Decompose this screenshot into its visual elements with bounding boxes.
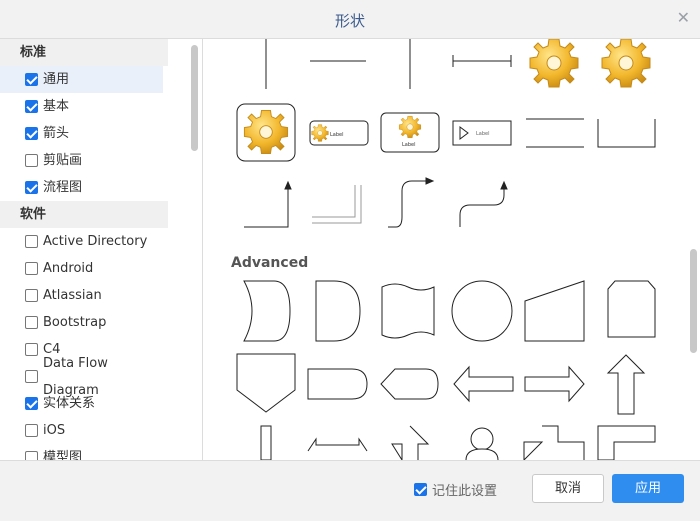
category-label: 通用 (43, 72, 70, 87)
checkbox[interactable] (25, 127, 38, 140)
remember-checkbox[interactable] (414, 483, 427, 496)
shape-open-box (597, 119, 656, 148)
shape-double-horizontal-lines (526, 118, 584, 148)
category-label: Android (43, 261, 94, 276)
shape-actor (465, 427, 499, 460)
shape-manual-input (524, 280, 585, 342)
checkbox[interactable] (25, 262, 38, 275)
category-item-active-directory[interactable]: Active Directory (0, 228, 163, 255)
category-label: Atlassian (43, 288, 102, 303)
gallery-scrollbar[interactable] (690, 249, 697, 353)
mini-label: Label (330, 132, 344, 138)
shape-circle (451, 280, 513, 342)
checkbox[interactable] (25, 424, 38, 437)
close-icon[interactable]: ✕ (677, 8, 690, 27)
shape-stored-data (243, 280, 291, 342)
checkbox[interactable] (25, 316, 38, 329)
category-label: 剪贴画 (43, 153, 83, 168)
shape-gear-rounded-box (236, 103, 296, 162)
shape-off-page-connector (236, 353, 296, 413)
dialog-footer: 记住此设置 取消 应用 (0, 460, 700, 521)
shape-gallery[interactable]: Label Label Label Advanced (204, 39, 700, 460)
shape-double-arrow (307, 437, 368, 452)
shape-cross (523, 425, 585, 460)
remember-settings[interactable]: 记住此设置 (414, 480, 497, 499)
section-header-standard: 标准 (0, 39, 168, 66)
category-item-basic[interactable]: 基本 (0, 93, 163, 120)
gear-icon (601, 39, 651, 88)
category-item-ios[interactable]: iOS (0, 417, 163, 444)
category-label: Bootstrap (43, 315, 107, 330)
category-item-android[interactable]: Android (0, 255, 163, 282)
category-item-data-flow-diagram[interactable]: Data Flow Diagram (0, 356, 163, 398)
shape-up-arrow-partial (391, 425, 430, 460)
shape-display (380, 368, 439, 400)
category-label: 箭头 (43, 126, 70, 141)
checkbox[interactable] (25, 451, 38, 460)
dialog-title: 形状 (334, 12, 365, 30)
shape-label-gear-box: Label (309, 120, 369, 146)
sidebar-scrollbar[interactable] (191, 45, 198, 151)
category-item-mockups[interactable]: 模型图 (0, 444, 163, 460)
shape-corner (597, 425, 656, 460)
mini-label: Label (402, 142, 416, 148)
shape-loop-limit (607, 280, 656, 338)
shape-rounded-elbow-arrow (459, 185, 505, 227)
checkbox[interactable] (25, 181, 38, 194)
shape-rounded-terminal (307, 368, 368, 400)
checkbox[interactable] (25, 73, 38, 86)
shape-curved-arrow (388, 180, 430, 228)
shape-right-arrow (524, 365, 585, 403)
category-label: iOS (43, 423, 66, 438)
shape-gallery-canvas: Label Label Label (236, 39, 656, 460)
remember-label: 记住此设置 (432, 484, 498, 499)
checkbox[interactable] (25, 343, 38, 356)
checkbox[interactable] (25, 100, 38, 113)
shape-up-arrow (606, 354, 646, 415)
shape-left-arrow (453, 365, 514, 403)
category-item-clipart[interactable]: 剪贴画 (0, 147, 163, 174)
category-label: 流程图 (43, 180, 83, 195)
shape-play-label-box: Label (452, 120, 512, 146)
category-item-general[interactable]: 通用 (0, 66, 163, 93)
apply-button[interactable]: 应用 (612, 474, 684, 503)
shape-vertical-bar (260, 425, 272, 460)
shape-tape (381, 283, 435, 339)
checkbox[interactable] (25, 154, 38, 167)
category-item-flowchart[interactable]: 流程图 (0, 174, 163, 201)
checkbox[interactable] (25, 289, 38, 302)
category-label: Active Directory (43, 234, 148, 249)
checkbox[interactable] (25, 397, 38, 410)
mini-label: Label (476, 131, 490, 137)
section-header-advanced: Advanced (231, 255, 309, 271)
shape-delay (315, 280, 361, 342)
category-label: 模型图 (43, 450, 83, 460)
dialog-titlebar: 形状 ✕ (0, 0, 700, 39)
category-label: 基本 (43, 99, 70, 114)
shape-elbow-arrow (244, 185, 289, 228)
cancel-button[interactable]: 取消 (532, 474, 604, 503)
checkbox[interactable] (25, 370, 38, 383)
checkbox[interactable] (25, 235, 38, 248)
shape-dimension-line (452, 55, 512, 67)
category-item-bootstrap[interactable]: Bootstrap (0, 309, 163, 336)
shape-double-corner-line (312, 185, 362, 224)
shape-gear-label-box: Label (380, 112, 440, 153)
category-sidebar[interactable]: 标准 通用 基本 箭头 剪贴画 流程图 软件 Active Directory … (0, 39, 203, 460)
gear-icon (529, 39, 579, 88)
category-item-atlassian[interactable]: Atlassian (0, 282, 163, 309)
category-label: 实体关系 (43, 396, 96, 411)
section-header-software: 软件 (0, 201, 168, 228)
category-item-arrows[interactable]: 箭头 (0, 120, 163, 147)
